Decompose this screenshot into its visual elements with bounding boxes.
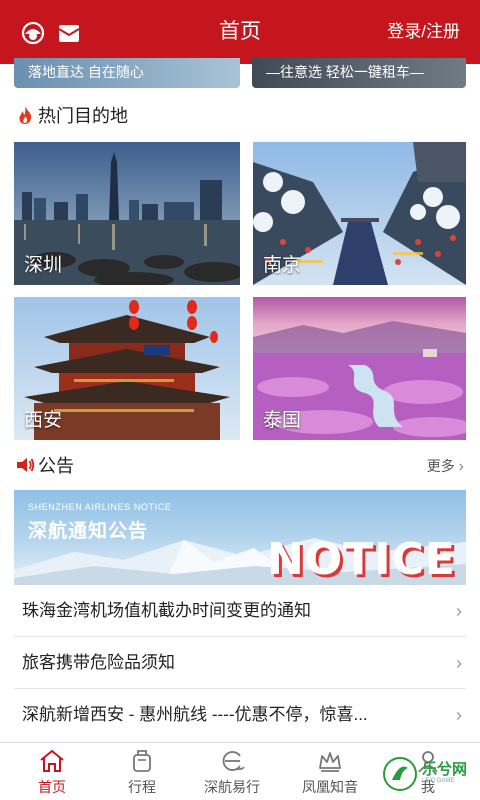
notice-banner-subtitle: SHENZHEN AIRLINES NOTICE: [28, 502, 172, 512]
announcement-item[interactable]: 珠海金湾机场值机截办时间变更的通知 ›: [14, 585, 466, 637]
top-app-bar: 首页 登录/注册: [0, 0, 480, 64]
tab-itinerary[interactable]: 行程: [94, 743, 190, 800]
notice-banner[interactable]: SHENZHEN AIRLINES NOTICE 深航通知公告 NOTICE: [14, 490, 466, 585]
tab-label: 凤凰知音: [302, 779, 358, 795]
easy-travel-icon: [222, 751, 245, 771]
destination-label: 南京: [263, 255, 302, 276]
more-label: 更多: [426, 458, 455, 474]
watermark-subtext: LEXI GAME: [422, 778, 455, 784]
promo-banner-strip: 落地直达 自在随心 —往意选 轻松一键租车—: [0, 58, 480, 90]
tab-label: 首页: [38, 779, 66, 795]
luggage-icon: [133, 750, 151, 772]
notice-banner-big-text: NOTICE: [267, 534, 456, 585]
announcement-text: 旅客携带危险品须知: [22, 653, 175, 672]
announcement-text: 深航新增西安 - 惠州航线 ----优惠不停，惊喜...: [22, 705, 368, 724]
chevron-right-icon: ›: [456, 705, 462, 725]
destination-label: 泰国: [263, 410, 302, 431]
login-register-link[interactable]: 登录/注册: [387, 0, 460, 64]
destination-label: 西安: [24, 410, 63, 431]
promo-banner-right-text: —往意选 轻松一键租车—: [266, 64, 424, 80]
tab-home[interactable]: 首页: [4, 743, 100, 800]
destination-card-nanjing[interactable]: 南京: [253, 142, 466, 285]
crown-icon: [319, 752, 341, 772]
watermark-text: 乐兮网: [422, 761, 468, 778]
promo-banner-left[interactable]: 落地直达 自在随心: [14, 58, 240, 88]
destination-card-xian[interactable]: 西安: [14, 297, 240, 440]
chevron-right-icon: ›: [456, 653, 462, 673]
announcements-header: 公告: [14, 452, 74, 480]
more-announcements-link[interactable]: 更多 ›: [427, 452, 464, 480]
site-watermark: 乐兮网 LEXI GAME: [382, 752, 474, 798]
destination-card-thailand[interactable]: 泰国: [253, 297, 466, 440]
tab-label: 深航易行: [204, 779, 260, 795]
chevron-right-icon: ›: [456, 601, 462, 621]
destination-label: 深圳: [24, 255, 63, 276]
tab-label: 行程: [128, 779, 156, 795]
hot-destinations-title: 热门目的地: [38, 106, 128, 126]
promo-banner-left-text: 落地直达 自在随心: [28, 64, 144, 80]
destination-card-shenzhen[interactable]: 深圳: [14, 142, 240, 285]
chevron-right-icon: ›: [458, 458, 464, 475]
announcement-item[interactable]: 旅客携带危险品须知 ›: [14, 637, 466, 689]
announcement-list: 珠海金湾机场值机截办时间变更的通知 › 旅客携带危险品须知 › 深航新增西安 -…: [14, 585, 466, 741]
announcement-item[interactable]: 深航新增西安 - 惠州航线 ----优惠不停，惊喜... ›: [14, 689, 466, 741]
promo-banner-right[interactable]: —往意选 轻松一键租车—: [252, 58, 466, 88]
hot-destinations-header: 热门目的地: [14, 102, 128, 130]
home-icon: [40, 749, 64, 772]
tab-phoenix-miles[interactable]: 凤凰知音: [282, 743, 378, 800]
announcement-text: 珠海金湾机场值机截办时间变更的通知: [22, 601, 311, 620]
speaker-icon: [17, 458, 35, 472]
flame-icon: [19, 106, 32, 124]
watermark-logo-icon: [383, 757, 417, 791]
tab-easy-travel[interactable]: 深航易行: [184, 743, 280, 800]
notice-banner-title: 深航通知公告: [28, 521, 149, 542]
announcements-title: 公告: [38, 456, 74, 476]
